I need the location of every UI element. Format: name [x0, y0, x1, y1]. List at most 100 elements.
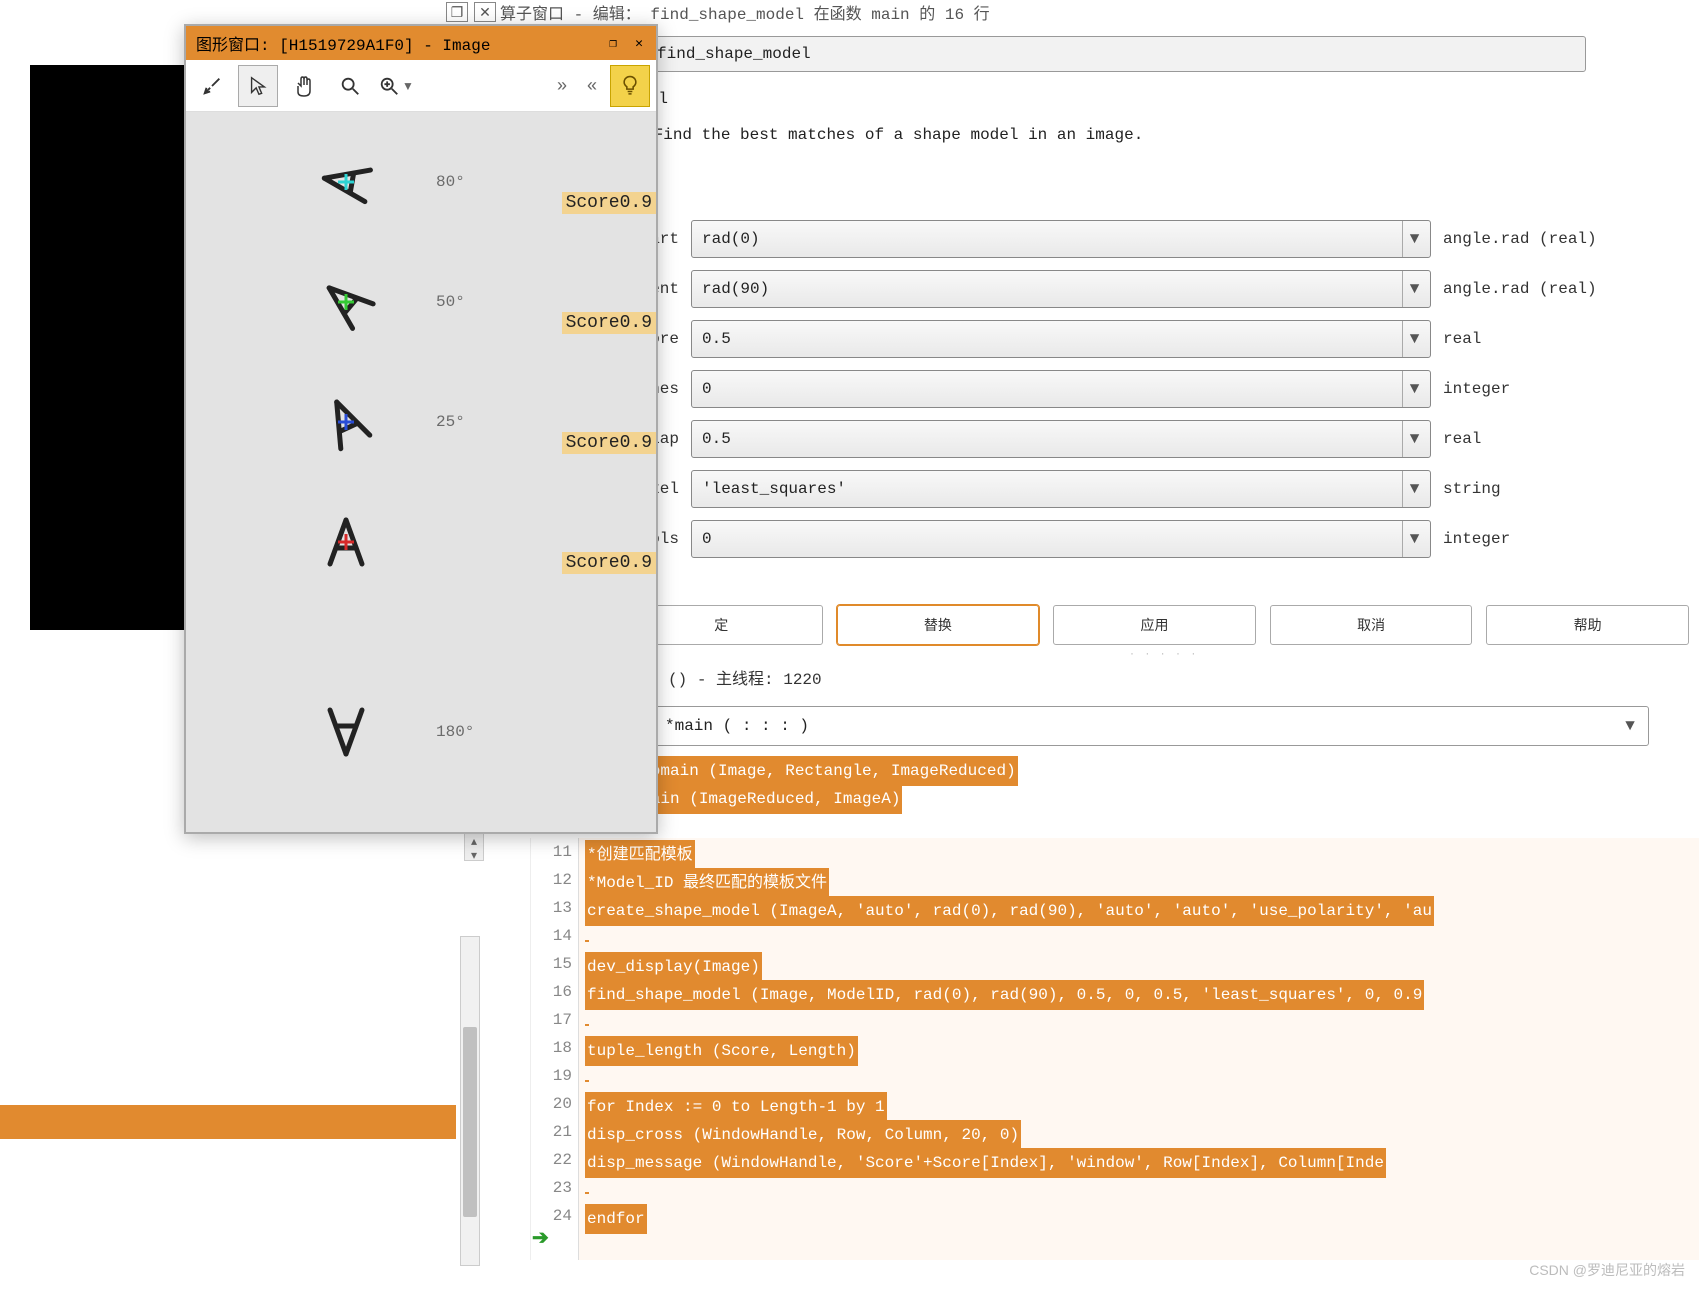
code-line[interactable]: [585, 1064, 1699, 1092]
code-line[interactable]: tuple_length (Score, Length): [585, 1036, 1699, 1064]
param-value-combo[interactable]: rad(90) ▼: [691, 270, 1431, 308]
code-line[interactable]: [585, 1176, 1699, 1204]
restore-icon[interactable]: ❐: [446, 2, 468, 22]
mini-scroll[interactable]: ▴▾: [464, 833, 484, 861]
code-text: create_shape_model (ImageA, 'auto', rad(…: [585, 896, 1434, 926]
cancel-button[interactable]: 取消: [1270, 605, 1473, 645]
param-value: rad(90): [702, 280, 769, 298]
line-number: 11: [531, 838, 572, 866]
code-line[interactable]: disp_message (WindowHandle, 'Score'+Scor…: [585, 1148, 1699, 1176]
param-row: eStartrad(0)▼angle.rad (real): [614, 220, 1689, 258]
code-line[interactable]: *Model_ID 最终匹配的模板文件: [585, 868, 1699, 896]
param-value-combo[interactable]: 0▼: [691, 520, 1431, 558]
match-score: Score0.9: [562, 192, 656, 214]
procedure-combo[interactable]: ☷ *main ( : : : ) ▼: [650, 706, 1649, 746]
line-number: 21: [531, 1118, 572, 1146]
param-row: oPixel'least_squares'▼string: [614, 470, 1689, 508]
watermark: CSDN @罗迪尼亚的熔岩: [1529, 1260, 1685, 1280]
code-text: dev_display(Image): [585, 952, 762, 982]
splitter-handle[interactable]: · · · · ·: [1130, 646, 1199, 660]
chevron-down-icon[interactable]: ▼: [1402, 221, 1426, 257]
arrow-up-icon[interactable]: ▴: [465, 834, 483, 848]
match-result: 50°: [316, 272, 465, 332]
match-angle: 80°: [436, 173, 465, 191]
match-result: 180°: [316, 702, 474, 762]
code-line[interactable]: [585, 1008, 1699, 1036]
param-row: nScore0.5▼real: [614, 320, 1689, 358]
code-line[interactable]: dev_display(Image): [585, 952, 1699, 980]
code-line-head-2: domain (ImageReduced, ImageA): [620, 784, 902, 814]
line-number: 14: [531, 922, 572, 950]
param-value: 0.5: [702, 430, 731, 448]
restore-icon[interactable]: ❐: [602, 33, 624, 53]
code-line[interactable]: for Index := 0 to Length-1 by 1: [585, 1092, 1699, 1120]
chevron-down-icon[interactable]: ▼: [1618, 717, 1642, 735]
match-result: 25°: [316, 392, 465, 452]
graphics-title-bar[interactable]: 图形窗口: [H1519729A1F0] - Image ❐ ✕: [186, 26, 656, 60]
code-line[interactable]: [585, 924, 1699, 952]
magnify-icon[interactable]: [330, 65, 370, 107]
match-glyph: [316, 152, 376, 212]
graphics-window: 图形窗口: [H1519729A1F0] - Image ❐ ✕ ▼ » « 8…: [184, 24, 658, 834]
code-line[interactable]: find_shape_model (Image, ModelID, rad(0)…: [585, 980, 1699, 1008]
close-icon[interactable]: ✕: [474, 2, 496, 22]
line-number: 22: [531, 1146, 572, 1174]
cursor-icon[interactable]: [238, 65, 278, 107]
param-type: integer: [1443, 530, 1510, 548]
procedure-name: *main ( : : : ): [665, 717, 809, 735]
param-value: 'least_squares': [702, 480, 846, 498]
code-line-head-1: e_domain (Image, Rectangle, ImageReduced…: [620, 756, 1018, 786]
zoom-in-icon[interactable]: ▼: [376, 65, 416, 107]
param-value-combo[interactable]: 0▼: [691, 370, 1431, 408]
apply-button[interactable]: 应用: [1053, 605, 1256, 645]
chevron-down-icon[interactable]: ▼: [1402, 271, 1426, 307]
param-row: ovols0▼integer: [614, 520, 1689, 558]
operator-combo[interactable]: find_shape_model: [646, 36, 1586, 72]
more-right-icon[interactable]: «: [580, 65, 604, 107]
param-value-combo[interactable]: 0.5 ▼: [691, 420, 1431, 458]
match-glyph: [316, 702, 376, 762]
graphics-title: 图形窗口: [H1519729A1F0] - Image: [196, 31, 490, 55]
code-line[interactable]: disp_cross (WindowHandle, Row, Column, 2…: [585, 1120, 1699, 1148]
bulb-icon[interactable]: [610, 65, 650, 107]
replace-button[interactable]: 替换: [837, 605, 1040, 645]
match-score: Score0.9: [562, 432, 656, 454]
left-scrollbar[interactable]: [460, 936, 480, 1266]
code-text: disp_message (WindowHandle, 'Score'+Scor…: [585, 1148, 1386, 1178]
param-value-combo[interactable]: rad(0)▼: [691, 220, 1431, 258]
line-number: 13: [531, 894, 572, 922]
chevron-down-icon[interactable]: ▼: [1402, 371, 1426, 407]
chevron-down-icon[interactable]: ▼: [1402, 321, 1426, 357]
code-text: for Index := 0 to Length-1 by 1: [585, 1092, 887, 1122]
match-result: 80°: [316, 152, 465, 212]
match-score: Score0.9: [562, 312, 656, 334]
match-angle: 25°: [436, 413, 465, 431]
line-number: 19: [531, 1062, 572, 1090]
help-button[interactable]: 帮助: [1486, 605, 1689, 645]
param-value-combo[interactable]: 0.5▼: [691, 320, 1431, 358]
match-angle: 180°: [436, 723, 474, 741]
hand-icon[interactable]: [284, 65, 324, 107]
more-left-icon[interactable]: »: [550, 65, 574, 107]
code-editor[interactable]: 1112131415161718192021222324 *创建匹配模板*Mod…: [530, 838, 1699, 1260]
code-body[interactable]: *创建匹配模板*Model_ID 最终匹配的模板文件create_shape_m…: [579, 838, 1699, 1260]
param-type: angle.rad (real): [1443, 280, 1597, 298]
close-icon[interactable]: ✕: [628, 33, 650, 53]
chevron-down-icon[interactable]: ▼: [1402, 471, 1426, 507]
code-line[interactable]: *创建匹配模板: [585, 840, 1699, 868]
param-value-combo[interactable]: 'least_squares' ▼: [691, 470, 1431, 508]
match-result: [316, 512, 436, 572]
line-number: 16: [531, 978, 572, 1006]
chevron-down-icon[interactable]: ▼: [402, 79, 414, 93]
param-type: integer: [1443, 380, 1510, 398]
code-line[interactable]: endfor: [585, 1204, 1699, 1232]
graphics-canvas[interactable]: 80°Score0.950°Score0.925°Score0.9Score0.…: [186, 112, 656, 832]
scroll-thumb[interactable]: [463, 1027, 477, 1217]
chevron-down-icon[interactable]: ▼: [1402, 421, 1426, 457]
code-line[interactable]: create_shape_model (ImageA, 'auto', rad(…: [585, 896, 1699, 924]
chevron-down-icon[interactable]: ▼: [1402, 521, 1426, 557]
brush-icon[interactable]: [192, 65, 232, 107]
arrow-down-icon[interactable]: ▾: [465, 848, 483, 862]
model-tag: model: [620, 90, 1143, 108]
param-row: Extentrad(90)▼angle.rad (real): [614, 270, 1689, 308]
